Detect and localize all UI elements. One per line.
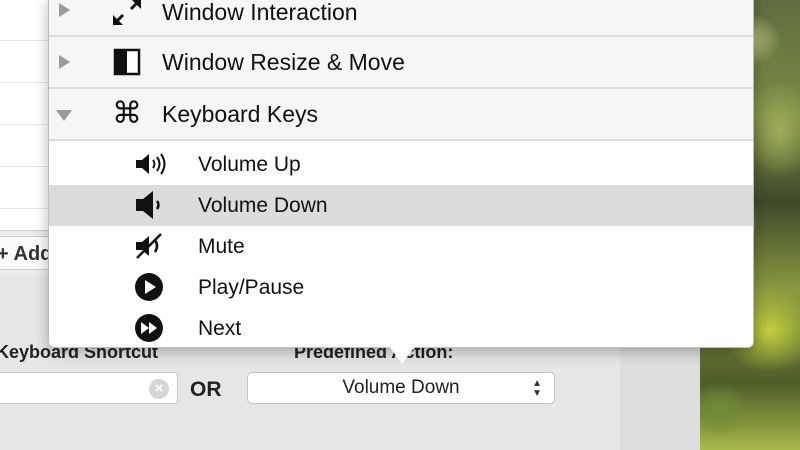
menu-item-mute[interactable]: Mute bbox=[49, 226, 753, 267]
popup-pointer bbox=[386, 342, 418, 364]
half-window-icon bbox=[109, 45, 145, 79]
category-window-resize-move[interactable]: Window Resize & Move bbox=[49, 37, 753, 89]
menu-item-volume-down[interactable]: Volume Down bbox=[49, 185, 753, 226]
category-window-interaction[interactable]: Window Interaction bbox=[49, 0, 753, 37]
play-icon bbox=[133, 271, 169, 303]
category-label: Keyboard Keys bbox=[162, 101, 318, 127]
or-label: OR bbox=[190, 378, 222, 401]
command-key-icon: ⌘ bbox=[112, 97, 142, 130]
category-label: Window Interaction bbox=[162, 0, 358, 25]
predefined-action-select[interactable]: Volume Down ▲ ▼ bbox=[247, 372, 555, 404]
menu-item-label: Play/Pause bbox=[198, 276, 305, 299]
volume-up-icon bbox=[133, 148, 169, 180]
menu-item-label: Volume Down bbox=[198, 194, 328, 217]
menu-item-label: Volume Up bbox=[198, 153, 301, 176]
menu-item-volume-up[interactable]: Volume Up bbox=[49, 144, 753, 185]
disclosure-triangle-icon[interactable] bbox=[59, 55, 70, 69]
volume-down-icon bbox=[133, 189, 169, 221]
category-keyboard-keys[interactable]: ⌘ Keyboard Keys bbox=[49, 89, 753, 141]
category-label: Window Resize & Move bbox=[162, 49, 405, 75]
chevron-updown-icon: ▲ ▼ bbox=[532, 378, 542, 399]
next-icon bbox=[133, 312, 169, 344]
keyboard-shortcut-field[interactable]: × bbox=[0, 372, 178, 404]
menu-item-play-pause[interactable]: Play/Pause bbox=[49, 267, 753, 308]
selected-action-value: Volume Down bbox=[342, 377, 460, 398]
menu-item-label: Next bbox=[198, 317, 242, 340]
clear-icon[interactable]: × bbox=[149, 379, 169, 399]
action-popup-menu: Window Interaction Window Resize & Move … bbox=[48, 0, 754, 364]
disclosure-triangle-icon[interactable] bbox=[59, 3, 70, 17]
menu-item-label: Mute bbox=[198, 235, 245, 258]
mute-icon bbox=[133, 230, 169, 262]
diagonal-arrows-icon bbox=[109, 0, 145, 29]
disclosure-triangle-icon[interactable] bbox=[56, 110, 72, 121]
